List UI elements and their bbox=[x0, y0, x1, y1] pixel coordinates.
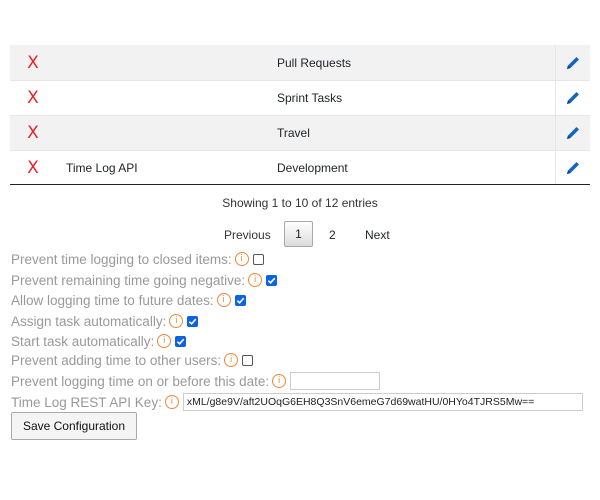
delete-button[interactable]: X bbox=[10, 151, 56, 184]
info-icon[interactable]: i bbox=[157, 334, 172, 348]
setting-allow-future-dates: Allow logging time to future dates: i bbox=[11, 290, 246, 310]
setting-prevent-other-users: Prevent adding time to other users: i bbox=[11, 350, 254, 370]
allow-future-dates-checkbox[interactable] bbox=[234, 294, 246, 306]
setting-label: Time Log REST API Key: bbox=[11, 394, 162, 410]
setting-label: Prevent remaining time going negative: bbox=[11, 272, 246, 288]
prevent-other-users-checkbox[interactable] bbox=[242, 354, 254, 366]
page-2-button[interactable]: 2 bbox=[329, 228, 336, 242]
setting-start-task: Start task automatically: i bbox=[11, 331, 187, 351]
info-icon[interactable]: i bbox=[272, 374, 287, 388]
pagination: Previous 1 2 Next bbox=[0, 221, 600, 249]
setting-label: Allow logging time to future dates: bbox=[11, 292, 214, 308]
edit-button[interactable] bbox=[555, 81, 590, 115]
pencil-icon bbox=[567, 161, 579, 174]
previous-page-button[interactable]: Previous bbox=[224, 228, 271, 242]
table-row: X Time Log API Development bbox=[10, 150, 590, 185]
pencil-icon bbox=[567, 127, 579, 139]
pencil-icon bbox=[567, 56, 579, 69]
table-row: X Pull Requests bbox=[10, 45, 590, 80]
row-category: Sprint Tasks bbox=[277, 91, 343, 105]
info-icon[interactable]: i bbox=[248, 273, 263, 287]
info-icon[interactable]: i bbox=[234, 252, 249, 266]
table-row: X Sprint Tasks bbox=[10, 80, 590, 115]
api-key-input[interactable]: xML/g8e9V/aft2UOqG6EH8Q3SnV6emeG7d69watH… bbox=[182, 393, 583, 411]
page-1-button[interactable]: 1 bbox=[284, 221, 313, 247]
table-info: Showing 1 to 10 of 12 entries bbox=[222, 196, 378, 210]
delete-button[interactable]: X bbox=[10, 81, 56, 115]
save-configuration-button[interactable]: Save Configuration bbox=[11, 412, 137, 440]
delete-button[interactable]: X bbox=[10, 116, 56, 150]
delete-button[interactable]: X bbox=[10, 45, 56, 80]
edit-button[interactable] bbox=[555, 151, 590, 184]
setting-assign-task: Assign task automatically: i bbox=[11, 311, 199, 331]
assign-task-checkbox[interactable] bbox=[187, 315, 199, 327]
setting-prevent-negative-remaining: Prevent remaining time going negative: i bbox=[11, 270, 278, 290]
info-icon[interactable]: i bbox=[224, 353, 239, 367]
pencil-icon bbox=[567, 92, 579, 104]
info-icon[interactable]: i bbox=[169, 314, 184, 328]
setting-label: Prevent time logging to closed items: bbox=[11, 251, 232, 267]
checkmark-icon bbox=[177, 338, 185, 345]
edit-button[interactable] bbox=[555, 45, 590, 80]
checkmark-icon bbox=[236, 297, 244, 304]
row-category: Pull Requests bbox=[277, 55, 352, 70]
setting-label: Assign task automatically: bbox=[11, 313, 167, 329]
prevent-closed-items-checkbox[interactable] bbox=[252, 253, 264, 265]
setting-prevent-closed-items: Prevent time logging to closed items: i bbox=[11, 249, 264, 269]
row-category: Development bbox=[277, 160, 348, 175]
setting-label: Start task automatically: bbox=[11, 333, 155, 349]
info-icon[interactable]: i bbox=[164, 395, 179, 409]
entries-table: X Pull Requests X Sprint Tasks X Travel … bbox=[10, 45, 590, 185]
edit-button[interactable] bbox=[555, 116, 590, 150]
row-category: Travel bbox=[277, 126, 310, 140]
row-name: Time Log API bbox=[66, 160, 138, 175]
setting-api-key: Time Log REST API Key: i xML/g8e9V/aft2U… bbox=[11, 392, 583, 412]
prevent-negative-remaining-checkbox[interactable] bbox=[266, 274, 278, 286]
checkmark-icon bbox=[267, 277, 276, 284]
info-icon[interactable]: i bbox=[216, 293, 231, 307]
next-page-button[interactable]: Next bbox=[365, 228, 390, 242]
checkmark-icon bbox=[189, 318, 197, 325]
setting-label: Prevent logging time on or before this d… bbox=[11, 373, 270, 389]
table-row: X Travel bbox=[10, 115, 590, 150]
start-task-checkbox[interactable] bbox=[175, 335, 187, 347]
setting-label: Prevent adding time to other users: bbox=[11, 352, 222, 368]
setting-prevent-before-date: Prevent logging time on or before this d… bbox=[11, 371, 381, 391]
prevent-before-date-input[interactable] bbox=[290, 372, 381, 390]
